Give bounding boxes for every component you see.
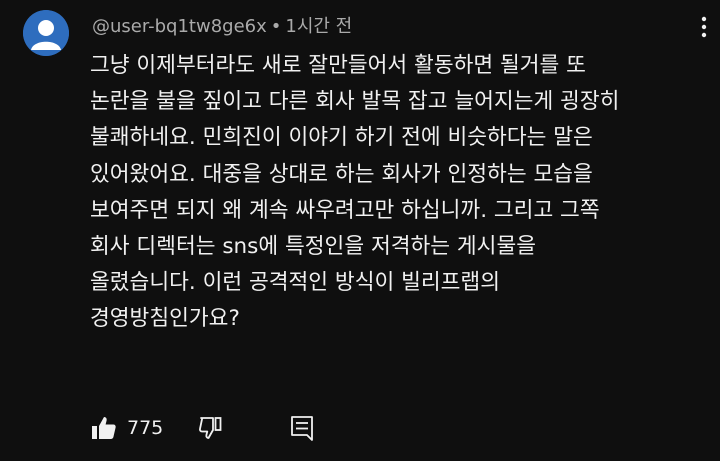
author-name[interactable]: @user-bq1tw8ge6x [92, 16, 267, 37]
more-options-button[interactable] [696, 14, 712, 40]
reply-button[interactable] [289, 414, 315, 442]
comment-line: 올렸습니다. 이런 공격적인 방식이 빌리프랩의 [90, 270, 500, 296]
like-button[interactable]: 775 [90, 414, 163, 442]
dislike-button[interactable] [197, 414, 225, 442]
comment-actions: 775 [90, 408, 315, 448]
comment-line: 있어왔어요. 대중을 상대로 하는 회사가 인정하는 모습을 [90, 161, 593, 187]
default-avatar-icon [23, 10, 69, 56]
reply-comment-icon [291, 416, 314, 441]
comment-item: @user-bq1tw8ge6x • 1시간 전 그냥 이제부터라도 새로 잘만들어… [0, 0, 720, 461]
like-count: 775 [127, 417, 164, 439]
comment-header: @user-bq1tw8ge6x • 1시간 전 [92, 12, 352, 38]
comment-line: 논란을 불을 짚이고 다른 회사 발목 잡고 늘어지는게 굉장히 [90, 89, 620, 115]
comment-line: 경영방침인가요? [90, 306, 240, 332]
comment-time[interactable]: 1시간 전 [285, 16, 352, 37]
comment-line: 보여주면 되지 왜 계속 싸우려고만 하십니까. 그리고 그쪽 [90, 197, 600, 223]
thumbs-down-icon [199, 417, 222, 439]
comment-text: 그냥 이제부터라도 새로 잘만들어서 활동하면 될거를 또 논란을 불을 짚이고… [90, 48, 690, 338]
more-vertical-icon [701, 16, 707, 38]
avatar[interactable] [23, 10, 69, 56]
separator-dot: • [270, 16, 282, 37]
comment-line: 회사 디렉터는 sns에 특정인을 저격하는 게시물을 [90, 234, 537, 260]
comment-line: 그냥 이제부터라도 새로 잘만들어서 활동하면 될거를 또 [90, 53, 586, 78]
comment-line: 불쾌하네요. 민희진이 이야기 하기 전에 비슷하다는 말은 [90, 125, 593, 151]
thumbs-up-icon [92, 417, 116, 439]
